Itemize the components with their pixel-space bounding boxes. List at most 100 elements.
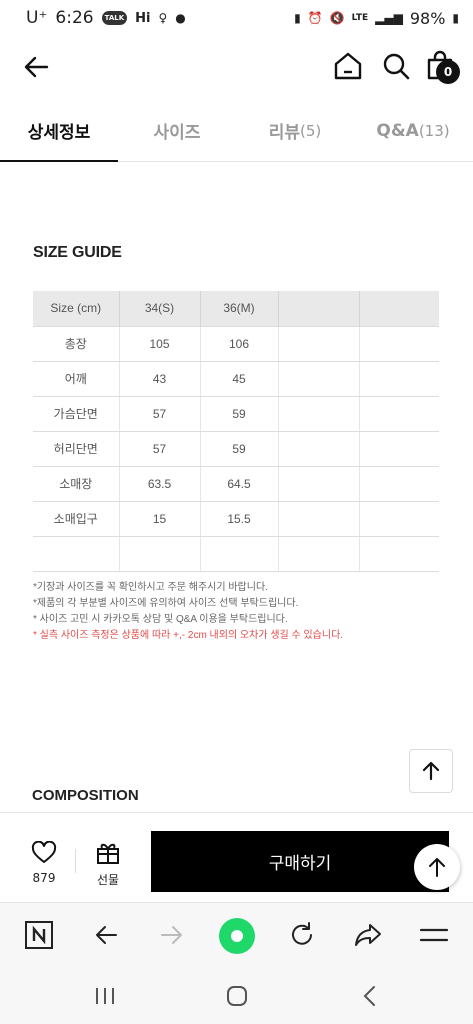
refresh-button[interactable]: [284, 917, 320, 953]
home-circle-icon: [227, 986, 247, 1006]
gift-icon: [97, 843, 119, 864]
table-cell: 63.5: [119, 466, 201, 502]
table-cell: [359, 396, 439, 432]
heart-icon: [31, 841, 57, 863]
table-row: 소매장 63.5 64.5: [33, 466, 439, 502]
tab-review[interactable]: 리뷰 (5): [236, 100, 354, 161]
tab-qna[interactable]: Q&A (13): [354, 100, 472, 161]
hamburger-menu-icon: [419, 928, 449, 942]
clock: 6:26: [55, 8, 94, 28]
naver-n-icon: [25, 921, 53, 949]
table-cell: 15: [119, 501, 201, 537]
table-cell: 59: [200, 396, 279, 432]
tab-label: 상세정보: [27, 123, 91, 143]
table-cell: 57: [119, 396, 201, 432]
gift-button[interactable]: 선물: [86, 841, 130, 891]
mute-icon: 🔇: [329, 11, 345, 25]
column-header: 34(S): [119, 291, 201, 327]
warning-note: * 실측 사이즈 측정은 상품에 따라 +,- 2cm 내외의 오차가 생길 수…: [33, 630, 344, 641]
table-cell: [359, 536, 439, 572]
table-cell: 소매장: [33, 466, 120, 502]
arrow-right-icon: [161, 926, 182, 944]
battery-saver-icon: ▮: [294, 11, 301, 25]
purchase-button[interactable]: 구매하기: [151, 831, 449, 892]
like-count: 879: [32, 871, 56, 885]
arrow-left-icon: [96, 926, 117, 944]
search-icon: [383, 53, 410, 80]
note-line: * 사이즈 고민 시 카카오톡 상담 및 Q&A 이용을 부탁드립니다.: [33, 614, 288, 625]
table-cell: 15.5: [200, 501, 279, 537]
table-cell: [119, 536, 201, 572]
floating-scroll-up-button[interactable]: [414, 844, 460, 890]
menu-button[interactable]: [416, 917, 452, 953]
person-icon: ♀: [158, 11, 168, 25]
dot-icon: ●: [175, 11, 186, 25]
table-cell: [359, 326, 439, 362]
table-row: 소매입구 15 15.5: [33, 501, 439, 537]
table-row: 어깨 43 45: [33, 361, 439, 397]
home-icon: [334, 52, 362, 80]
table-cell: 어깨: [33, 361, 120, 397]
green-dot-icon: [231, 930, 243, 942]
recent-apps-button[interactable]: [85, 980, 125, 1012]
size-guide-title: SIZE GUIDE: [33, 244, 122, 261]
alarm-icon: ⏰: [307, 11, 323, 25]
arrow-up-icon: [422, 761, 440, 781]
browser-forward-button[interactable]: [154, 917, 190, 953]
table-cell: [278, 361, 360, 397]
table-cell: [278, 466, 360, 502]
status-bar: U⁺ 6:26 TALK Hi ♀ ● ▮ ⏰ 🔇 LTE ▂▄▆ 98% ▮: [0, 0, 473, 36]
home-button[interactable]: [330, 48, 366, 84]
table-cell: 64.5: [200, 466, 279, 502]
table-header-row: Size (cm) 34(S) 36(M): [33, 291, 439, 327]
table-cell: [33, 536, 120, 572]
app-header: [0, 36, 473, 96]
tab-label: 사이즈: [153, 123, 201, 143]
purchase-bar: 879 선물 구매하기: [0, 812, 473, 902]
table-cell: [359, 431, 439, 467]
column-header: Size (cm): [33, 291, 120, 327]
table-cell: [359, 501, 439, 537]
back-button[interactable]: [20, 50, 54, 84]
table-row: 허리단면 57 59: [33, 431, 439, 467]
green-dot-button[interactable]: [219, 918, 255, 954]
chevron-left-icon: [363, 986, 375, 1006]
like-button[interactable]: 879: [22, 841, 66, 891]
table-row: 총장 105 106: [33, 326, 439, 362]
table-cell: 총장: [33, 326, 120, 362]
system-navigation-bar: [0, 968, 473, 1024]
table-cell: [278, 431, 360, 467]
column-header: [278, 291, 360, 327]
scroll-to-top-button[interactable]: [409, 749, 453, 793]
search-button[interactable]: [378, 48, 414, 84]
battery-icon: ▮: [452, 11, 459, 25]
table-cell: [359, 361, 439, 397]
share-icon: [355, 924, 381, 946]
tab-size[interactable]: 사이즈: [118, 100, 236, 161]
browser-toolbar: [0, 902, 473, 968]
table-cell: 45: [200, 361, 279, 397]
table-cell: 가슴단면: [33, 396, 120, 432]
size-notes: *기장과 사이즈를 꼭 확인하시고 주문 해주시기 바랍니다. *제품의 각 부…: [33, 580, 453, 644]
table-cell: [278, 501, 360, 537]
gift-label: 선물: [96, 873, 120, 887]
signal-icon: ▂▄▆: [375, 11, 403, 25]
table-cell: [359, 466, 439, 502]
naver-button[interactable]: [21, 917, 57, 953]
cart-count-badge: 0: [436, 60, 460, 84]
share-button[interactable]: [350, 917, 386, 953]
browser-back-button[interactable]: [88, 917, 124, 953]
hi-icon: Hi: [135, 10, 151, 26]
column-header: 36(M): [200, 291, 279, 327]
home-nav-button[interactable]: [217, 980, 257, 1012]
table-cell: 57: [119, 431, 201, 467]
recent-apps-icon: [96, 988, 114, 1004]
size-table: Size (cm) 34(S) 36(M) 총장 105 106 어깨 43 4…: [33, 291, 439, 572]
table-row: [33, 536, 439, 572]
talk-icon: TALK: [101, 11, 128, 25]
note-line: *제품의 각 부분별 사이즈에 유의하여 사이즈 선택 부탁드립니다.: [33, 598, 299, 609]
tab-detail[interactable]: 상세정보: [0, 100, 118, 162]
tab-label: Q&A: [376, 120, 419, 141]
system-back-button[interactable]: [350, 980, 390, 1012]
table-cell: [278, 536, 360, 572]
